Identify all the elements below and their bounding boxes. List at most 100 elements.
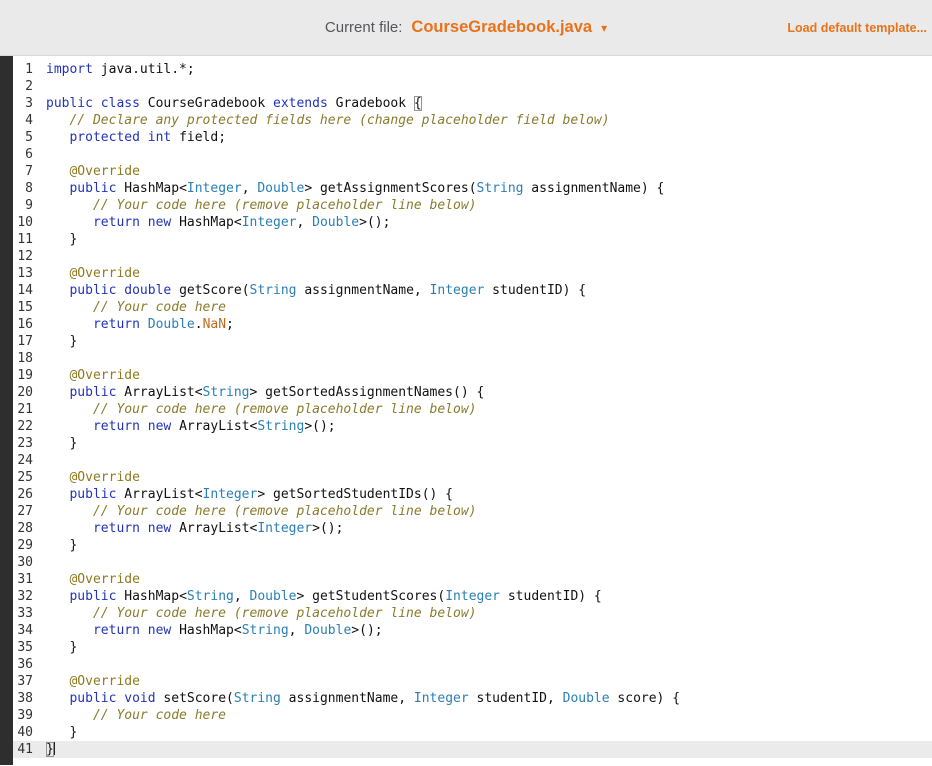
code-line[interactable]: 41} (13, 741, 932, 758)
line-number: 9 (13, 197, 39, 214)
code-line[interactable]: 9 // Your code here (remove placeholder … (13, 197, 932, 214)
code-line[interactable]: 10 return new HashMap<Integer, Double>()… (13, 214, 932, 231)
line-number: 28 (13, 520, 39, 537)
line-number: 10 (13, 214, 39, 231)
text-cursor (54, 742, 55, 755)
current-file-label: Current file: (325, 19, 403, 36)
code-line-text: // Declare any protected fields here (ch… (39, 112, 932, 129)
line-number: 20 (13, 384, 39, 401)
code-line[interactable]: 1import java.util.*; (13, 61, 932, 78)
code-line-text (39, 350, 932, 367)
code-line[interactable]: 11 } (13, 231, 932, 248)
code-line[interactable]: 29 } (13, 537, 932, 554)
code-line[interactable]: 22 return new ArrayList<String>(); (13, 418, 932, 435)
code-line-text: public HashMap<Integer, Double> getAssig… (39, 180, 932, 197)
code-line[interactable]: 40 } (13, 724, 932, 741)
code-line-text: return new HashMap<Integer, Double>(); (39, 214, 932, 231)
line-number: 35 (13, 639, 39, 656)
load-default-template-link[interactable]: Load default template... (787, 21, 927, 35)
code-line-text: // Your code here (remove placeholder li… (39, 401, 932, 418)
code-line[interactable]: 6 (13, 146, 932, 163)
line-number: 25 (13, 469, 39, 486)
code-line[interactable]: 37 @Override (13, 673, 932, 690)
line-number: 37 (13, 673, 39, 690)
code-line-text: public ArrayList<String> getSortedAssign… (39, 384, 932, 401)
code-line-text: public class CourseGradebook extends Gra… (39, 95, 932, 112)
code-line[interactable]: 24 (13, 452, 932, 469)
code-line[interactable]: 19 @Override (13, 367, 932, 384)
code-line[interactable]: 23 } (13, 435, 932, 452)
line-number: 5 (13, 129, 39, 146)
line-number: 32 (13, 588, 39, 605)
code-lines-container[interactable]: 1import java.util.*;23public class Cours… (13, 56, 932, 765)
code-line[interactable]: 26 public ArrayList<Integer> getSortedSt… (13, 486, 932, 503)
current-file-name[interactable]: CourseGradebook.java (411, 18, 592, 37)
line-number: 4 (13, 112, 39, 129)
code-line[interactable]: 34 return new HashMap<String, Double>(); (13, 622, 932, 639)
chevron-down-icon[interactable]: ▾ (601, 21, 607, 35)
line-number: 11 (13, 231, 39, 248)
line-number: 7 (13, 163, 39, 180)
code-line[interactable]: 27 // Your code here (remove placeholder… (13, 503, 932, 520)
code-line-text: // Your code here (remove placeholder li… (39, 605, 932, 622)
code-line[interactable]: 14 public double getScore(String assignm… (13, 282, 932, 299)
code-line[interactable]: 5 protected int field; (13, 129, 932, 146)
line-number: 12 (13, 248, 39, 265)
code-line-text: return Double.NaN; (39, 316, 932, 333)
code-editor-app: Current file: CourseGradebook.java ▾ Loa… (0, 0, 932, 765)
code-line-text: public void setScore(String assignmentNa… (39, 690, 932, 707)
code-line-text: return new HashMap<String, Double>(); (39, 622, 932, 639)
code-line-text: @Override (39, 469, 932, 486)
code-line-text (39, 452, 932, 469)
line-number: 2 (13, 78, 39, 95)
line-number: 38 (13, 690, 39, 707)
code-line-text: // Your code here (39, 707, 932, 724)
code-line[interactable]: 2 (13, 78, 932, 95)
code-editor[interactable]: 1import java.util.*;23public class Cours… (0, 56, 932, 765)
code-line[interactable]: 18 (13, 350, 932, 367)
code-line[interactable]: 8 public HashMap<Integer, Double> getAss… (13, 180, 932, 197)
code-line-text: @Override (39, 265, 932, 282)
code-line-text (39, 656, 932, 673)
code-line[interactable]: 31 @Override (13, 571, 932, 588)
code-line[interactable]: 7 @Override (13, 163, 932, 180)
code-line[interactable]: 35 } (13, 639, 932, 656)
line-number: 34 (13, 622, 39, 639)
code-line[interactable]: 3public class CourseGradebook extends Gr… (13, 95, 932, 112)
code-line[interactable]: 28 return new ArrayList<Integer>(); (13, 520, 932, 537)
editor-left-edge (0, 56, 13, 765)
code-line[interactable]: 25 @Override (13, 469, 932, 486)
code-line[interactable]: 36 (13, 656, 932, 673)
code-line[interactable]: 38 public void setScore(String assignmen… (13, 690, 932, 707)
line-number: 17 (13, 333, 39, 350)
code-line-text: // Your code here (39, 299, 932, 316)
editor-header: Current file: CourseGradebook.java ▾ Loa… (0, 0, 932, 56)
code-line[interactable]: 20 public ArrayList<String> getSortedAss… (13, 384, 932, 401)
code-line[interactable]: 17 } (13, 333, 932, 350)
code-line[interactable]: 32 public HashMap<String, Double> getStu… (13, 588, 932, 605)
code-line-text: @Override (39, 571, 932, 588)
code-line-text: } (39, 333, 932, 350)
line-number: 6 (13, 146, 39, 163)
code-line[interactable]: 16 return Double.NaN; (13, 316, 932, 333)
code-line-text: } (39, 724, 932, 741)
line-number: 18 (13, 350, 39, 367)
code-line-text: public HashMap<String, Double> getStuden… (39, 588, 932, 605)
code-line[interactable]: 33 // Your code here (remove placeholder… (13, 605, 932, 622)
code-line[interactable]: 30 (13, 554, 932, 571)
code-line[interactable]: 21 // Your code here (remove placeholder… (13, 401, 932, 418)
line-number: 39 (13, 707, 39, 724)
code-line[interactable]: 39 // Your code here (13, 707, 932, 724)
code-line-text: return new ArrayList<String>(); (39, 418, 932, 435)
code-line[interactable]: 4 // Declare any protected fields here (… (13, 112, 932, 129)
code-line-text: @Override (39, 673, 932, 690)
line-number: 8 (13, 180, 39, 197)
file-selector-dropdown[interactable]: Current file: CourseGradebook.java ▾ (325, 18, 607, 37)
code-line[interactable]: 13 @Override (13, 265, 932, 282)
code-line-text (39, 554, 932, 571)
code-line-text: } (39, 741, 932, 758)
code-line[interactable]: 12 (13, 248, 932, 265)
code-line-text: } (39, 639, 932, 656)
line-number: 3 (13, 95, 39, 112)
code-line[interactable]: 15 // Your code here (13, 299, 932, 316)
